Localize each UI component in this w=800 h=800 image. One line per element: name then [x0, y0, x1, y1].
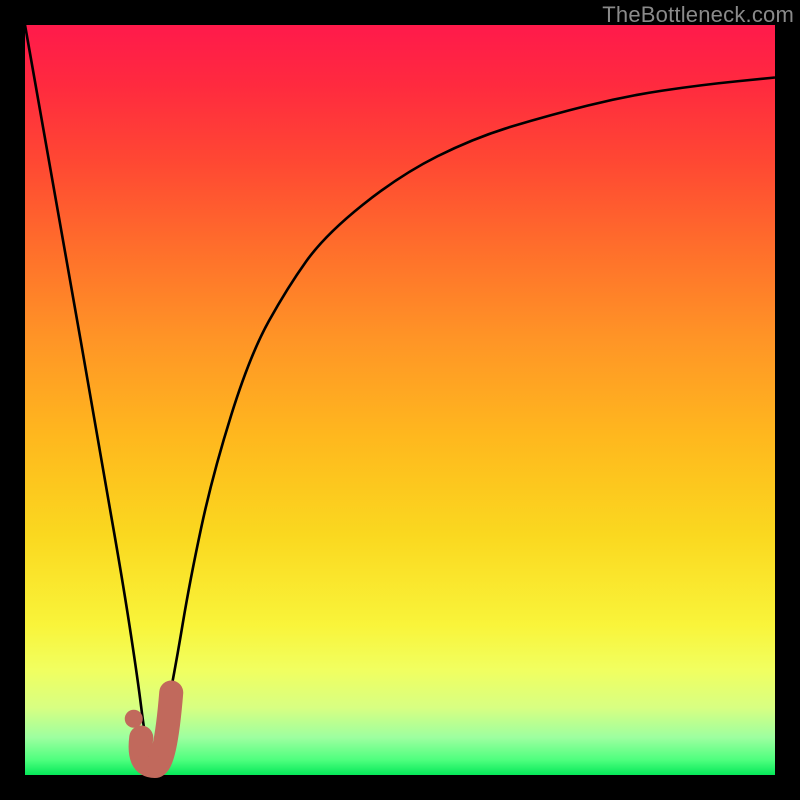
plot-area	[25, 25, 775, 775]
chart-svg	[25, 25, 775, 775]
watermark-text: TheBottleneck.com	[602, 2, 794, 28]
chart-frame: TheBottleneck.com	[0, 0, 800, 800]
marker-hook	[141, 693, 172, 767]
bottleneck-curve	[25, 25, 775, 767]
marker-dot	[125, 710, 143, 728]
